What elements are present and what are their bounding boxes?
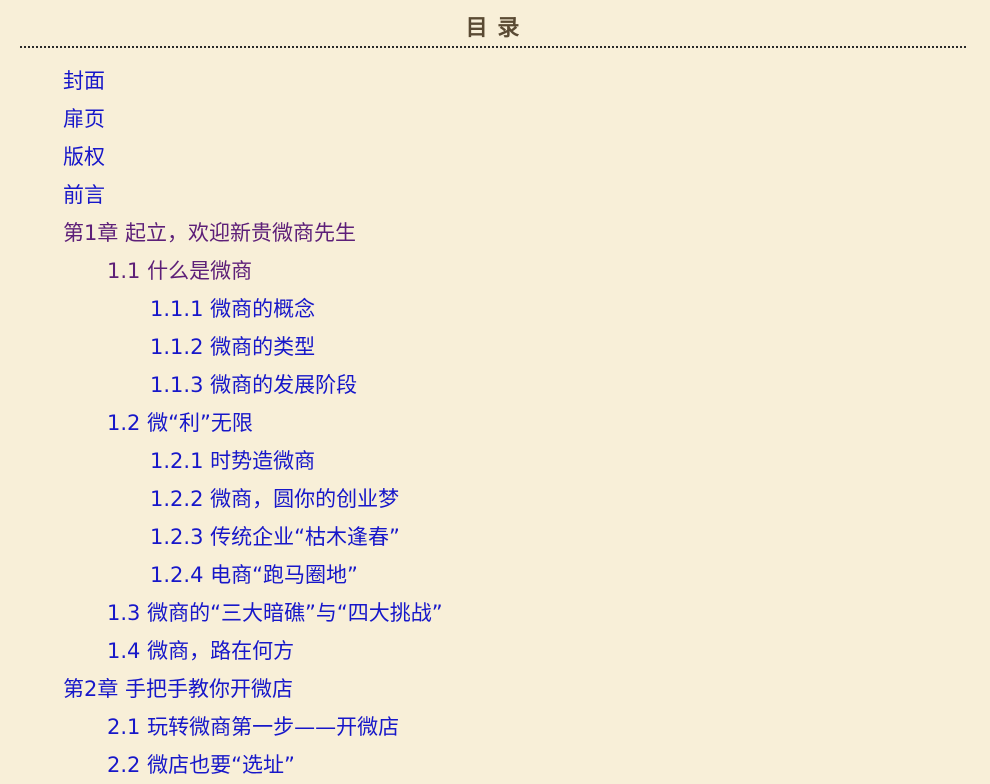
toc-link[interactable]: 1.2.3 传统企业“枯木逢春” <box>150 525 400 549</box>
toc-link[interactable]: 1.2.1 时势造微商 <box>150 449 315 473</box>
toc-link[interactable]: 1.1.2 微商的类型 <box>150 335 315 359</box>
toc-link[interactable]: 版权 <box>63 145 105 169</box>
toc-item[interactable]: 2.2 微店也要“选址” <box>0 746 990 784</box>
toc-item[interactable]: 版权 <box>0 138 990 176</box>
toc-item[interactable]: 1.2 微“利”无限 <box>0 404 990 442</box>
toc-link[interactable]: 1.2.4 电商“跑马圈地” <box>150 563 358 587</box>
toc-list: 封面 扉页 版权 前言 第1章 起立，欢迎新贵微商先生 1.1 什么是微商 1.… <box>0 62 990 784</box>
toc-item[interactable]: 1.2.3 传统企业“枯木逢春” <box>0 518 990 556</box>
toc-item[interactable]: 1.1.3 微商的发展阶段 <box>0 366 990 404</box>
toc-item[interactable]: 1.2.2 微商，圆你的创业梦 <box>0 480 990 518</box>
toc-link[interactable]: 1.1.1 微商的概念 <box>150 297 315 321</box>
toc-link[interactable]: 1.3 微商的“三大暗礁”与“四大挑战” <box>107 601 443 625</box>
toc-item[interactable]: 第1章 起立，欢迎新贵微商先生 <box>0 214 990 252</box>
toc-item[interactable]: 1.2.1 时势造微商 <box>0 442 990 480</box>
toc-link[interactable]: 2.2 微店也要“选址” <box>107 753 295 777</box>
toc-link[interactable]: 封面 <box>63 69 105 93</box>
toc-item[interactable]: 扉页 <box>0 100 990 138</box>
toc-link[interactable]: 1.2.2 微商，圆你的创业梦 <box>150 487 399 511</box>
toc-item[interactable]: 封面 <box>0 62 990 100</box>
toc-link[interactable]: 1.2 微“利”无限 <box>107 411 253 435</box>
page-title: 目 录 <box>465 16 521 41</box>
toc-link[interactable]: 2.1 玩转微商第一步——开微店 <box>107 715 399 739</box>
toc-item[interactable]: 前言 <box>0 176 990 214</box>
toc-item[interactable]: 第2章 手把手教你开微店 <box>0 670 990 708</box>
toc-item[interactable]: 1.4 微商，路在何方 <box>0 632 990 670</box>
toc-link[interactable]: 1.4 微商，路在何方 <box>107 639 294 663</box>
toc-header: 目 录 <box>20 14 966 48</box>
toc-item[interactable]: 1.1.2 微商的类型 <box>0 328 990 366</box>
toc-link[interactable]: 扉页 <box>63 107 105 131</box>
toc-link[interactable]: 第1章 起立，欢迎新贵微商先生 <box>63 221 356 245</box>
toc-item[interactable]: 1.1.1 微商的概念 <box>0 290 990 328</box>
toc-link[interactable]: 1.1.3 微商的发展阶段 <box>150 373 357 397</box>
toc-item[interactable]: 1.2.4 电商“跑马圈地” <box>0 556 990 594</box>
toc-link[interactable]: 前言 <box>63 183 105 207</box>
toc-link[interactable]: 第2章 手把手教你开微店 <box>63 677 293 701</box>
toc-item[interactable]: 1.3 微商的“三大暗礁”与“四大挑战” <box>0 594 990 632</box>
toc-item[interactable]: 2.1 玩转微商第一步——开微店 <box>0 708 990 746</box>
toc-link[interactable]: 1.1 什么是微商 <box>107 259 252 283</box>
toc-item[interactable]: 1.1 什么是微商 <box>0 252 990 290</box>
